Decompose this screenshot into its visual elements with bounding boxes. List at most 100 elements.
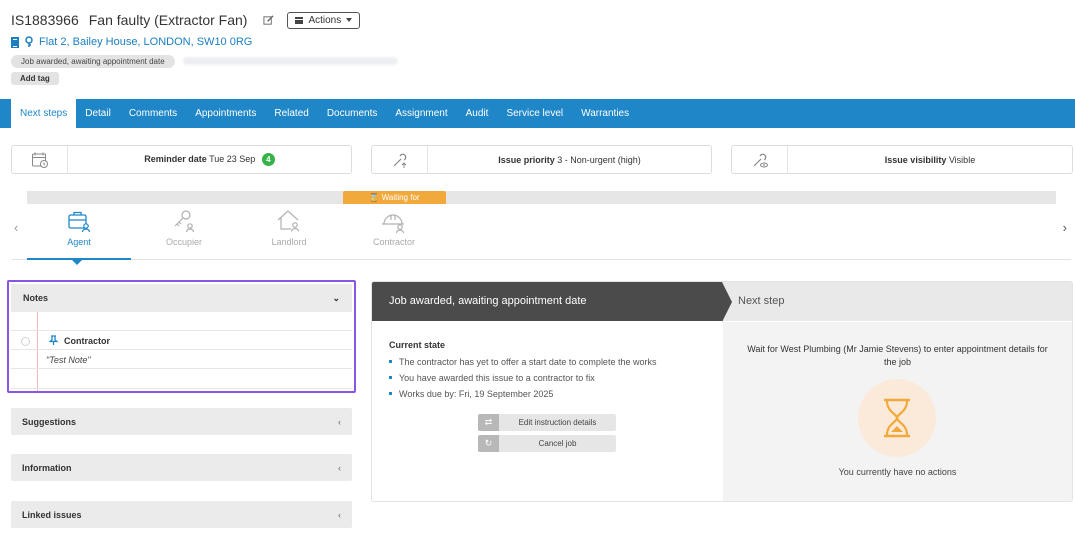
note-item-title: Contractor (48, 335, 111, 347)
current-state-title: Current state (389, 340, 446, 350)
margin-line (37, 312, 38, 391)
pin-icon (48, 335, 59, 347)
note-text: "Test Note" (46, 355, 91, 365)
step-agent[interactable]: Agent (27, 204, 131, 260)
tab-bar: Next steps Detail Comments Appointments … (0, 99, 1075, 128)
step-occupier[interactable]: Occupier (132, 204, 236, 260)
tab-assignment[interactable]: Assignment (386, 99, 456, 128)
ruled-line (11, 330, 352, 331)
cancel-job-label: Cancel job (538, 439, 577, 448)
state-bullet: The contractor has yet to offer a start … (389, 357, 709, 367)
notes-body: Contractor "Test Note" (11, 312, 352, 391)
step-landlord-label: Landlord (271, 237, 307, 247)
step-contractor[interactable]: Contractor (342, 204, 446, 260)
redacted-email (182, 57, 398, 65)
chevron-right-icon[interactable]: › (1063, 220, 1067, 235)
next-step-body: Wait for West Plumbing (Mr Jamie Stevens… (723, 322, 1072, 501)
wrench-eye-icon (732, 146, 788, 173)
chevron-left-icon[interactable]: ‹ (14, 220, 18, 235)
active-step-pointer (71, 259, 83, 265)
edit-icon[interactable] (261, 13, 275, 27)
calendar-clock-icon (12, 146, 68, 173)
current-state-section: Current state The contractor has yet to … (389, 340, 709, 405)
tab-related[interactable]: Related (265, 99, 317, 128)
cancel-job-button[interactable]: ↻ Cancel job (478, 435, 616, 452)
property-address-link[interactable]: Flat 2, Bailey House, LONDON, SW10 0RG (39, 36, 252, 48)
tab-service-level[interactable]: Service level (497, 99, 572, 128)
job-title: Fan faulty (Extractor Fan) (88, 12, 248, 28)
reminder-card[interactable]: Reminder date Tue 23 Sep 4 (11, 145, 352, 174)
hardhat-person-icon (342, 204, 446, 234)
chevron-down-icon: ⌄ (332, 292, 340, 303)
status-arrow (722, 282, 732, 322)
actions-dropdown[interactable]: Actions (287, 11, 361, 29)
house-person-icon (237, 204, 341, 234)
ruled-line (11, 368, 352, 369)
state-bullet: You have awarded this issue to a contrac… (389, 373, 709, 383)
tab-documents[interactable]: Documents (318, 99, 387, 128)
wrench-up-icon (372, 146, 428, 173)
reminder-count-badge: 4 (261, 153, 275, 166)
notes-header[interactable]: Notes ⌄ (11, 284, 352, 312)
priority-label: Issue priority (498, 154, 555, 165)
step-landlord[interactable]: Landlord (237, 204, 341, 260)
next-steps-panel: Job awarded, awaiting appointment date N… (371, 281, 1073, 502)
location-key-icon (24, 36, 34, 48)
chevron-left-icon: ‹ (338, 462, 341, 473)
note-select-radio[interactable] (21, 337, 30, 346)
list-icon (295, 16, 304, 24)
chevron-down-icon (346, 18, 353, 22)
reminder-label: Reminder date (144, 154, 207, 164)
ruled-line (11, 349, 352, 350)
responsibility-stepper: ‹ Agent Occupier Landlord Contractor › (12, 204, 1071, 260)
job-id: IS1883966 (11, 12, 79, 28)
priority-card[interactable]: Issue priority 3 - Non-urgent (high) (371, 145, 712, 174)
actions-label: Actions (308, 14, 342, 26)
stepper-track (27, 191, 1056, 204)
no-actions-text: You currently have no actions (838, 467, 957, 477)
edit-instruction-label: Edit instruction details (518, 418, 597, 427)
step-occupier-label: Occupier (165, 237, 202, 247)
linked-issues-accordion[interactable]: Linked issues ‹ (11, 501, 352, 528)
visibility-card[interactable]: Issue visibility Visible (731, 145, 1073, 174)
building-icon (11, 36, 19, 48)
visibility-label: Issue visibility (884, 154, 947, 165)
tab-next-steps[interactable]: Next steps (11, 99, 77, 128)
tab-comments[interactable]: Comments (120, 99, 186, 128)
hourglass-icon (858, 379, 936, 457)
note-author: Contractor (64, 336, 111, 346)
chevron-left-icon: ‹ (338, 416, 341, 427)
suggestions-accordion[interactable]: Suggestions ‹ (11, 408, 352, 435)
step-contractor-label: Contractor (372, 237, 416, 247)
suggestions-title: Suggestions (22, 416, 77, 427)
reminder-value: Tue 23 Sep (209, 154, 256, 164)
waiting-for-text: Waiting for (381, 193, 420, 202)
visibility-value: Visible (948, 154, 976, 165)
ruled-line (11, 388, 352, 389)
briefcase-person-icon (27, 204, 131, 234)
edit-instruction-button[interactable]: ⇄ Edit instruction details (478, 414, 616, 431)
swap-arrows-icon: ⇄ (478, 414, 499, 431)
job-header: IS1883966 Fan faulty (Extractor Fan) Act… (11, 10, 1061, 85)
step-agent-label: Agent (67, 237, 91, 247)
tab-detail[interactable]: Detail (76, 99, 120, 128)
tab-appointments[interactable]: Appointments (186, 99, 265, 128)
tab-warranties[interactable]: Warranties (572, 99, 638, 128)
current-status-header: Job awarded, awaiting appointment date (372, 282, 727, 321)
add-tag-button[interactable]: Add tag (11, 72, 59, 85)
information-title: Information (22, 462, 72, 473)
refresh-icon: ↻ (478, 435, 499, 452)
waiting-for-label: ⌛ Waiting for (343, 191, 446, 204)
chevron-left-icon: ‹ (338, 509, 341, 520)
hourglass-small-icon: ⌛ (369, 193, 380, 202)
tab-audit[interactable]: Audit (457, 99, 498, 128)
linked-issues-title: Linked issues (22, 509, 82, 520)
key-person-icon (132, 204, 236, 234)
status-tag: Job awarded, awaiting appointment date (11, 54, 175, 68)
notes-title: Notes (23, 293, 49, 303)
state-bullet: Works due by: Fri, 19 September 2025 (389, 389, 709, 399)
wait-message: Wait for West Plumbing (Mr Jamie Stevens… (747, 344, 1048, 367)
information-accordion[interactable]: Information ‹ (11, 454, 352, 481)
next-step-header: Next step (722, 282, 1072, 321)
priority-value: 3 - Non-urgent (high) (557, 154, 641, 165)
